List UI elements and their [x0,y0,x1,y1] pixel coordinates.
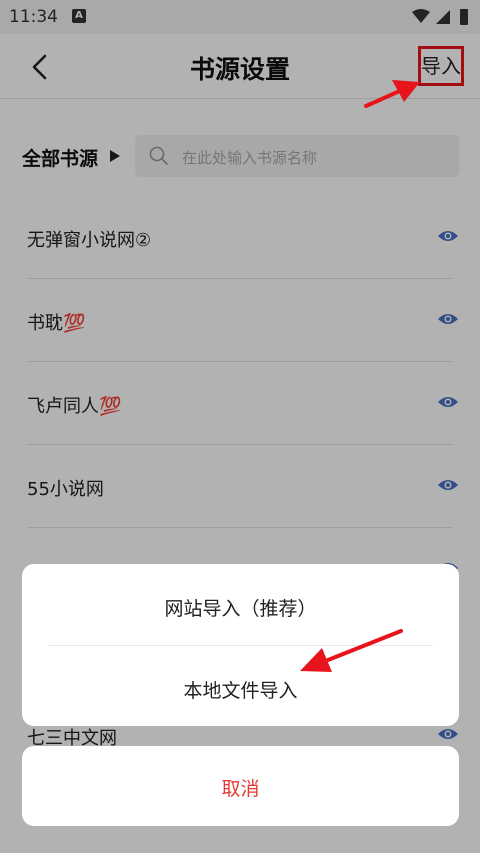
arrow-to-local-import-icon [300,629,403,672]
arrow-to-import-icon [364,80,420,108]
annotation-arrows [300,80,420,672]
